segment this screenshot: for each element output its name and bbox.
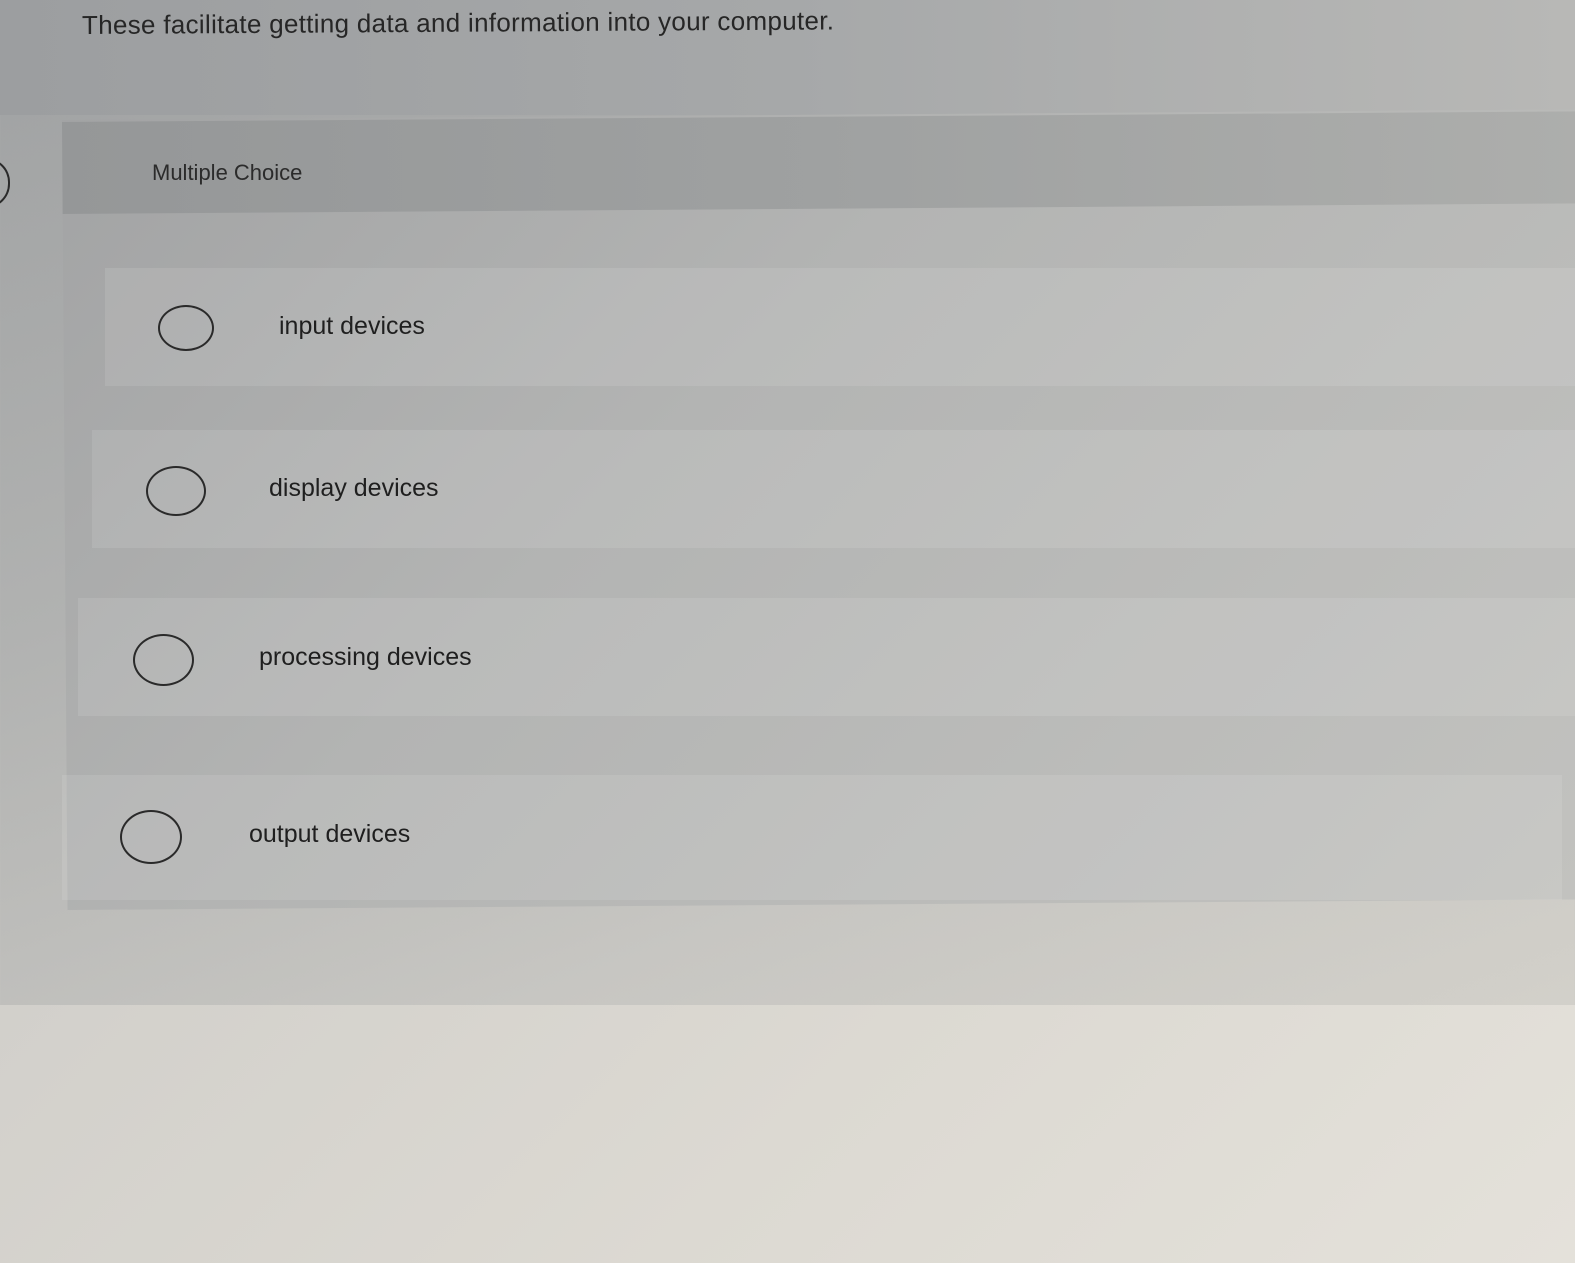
answer-option-label: output devices [249,820,411,848]
question-type-label: Multiple Choice [152,160,303,185]
answer-option-label: processing devices [259,643,472,671]
question-prompt: These facilitate getting data and inform… [81,5,835,40]
radio-button-input-devices[interactable] [158,305,214,351]
side-tab-edge [0,158,10,208]
answer-option-label: input devices [279,312,425,340]
radio-button-display-devices[interactable] [146,466,206,516]
radio-button-processing-devices[interactable] [133,634,194,686]
page-background-bottom [0,1005,1575,1263]
radio-button-output-devices[interactable] [120,810,182,864]
answer-option-label: display devices [269,474,439,502]
